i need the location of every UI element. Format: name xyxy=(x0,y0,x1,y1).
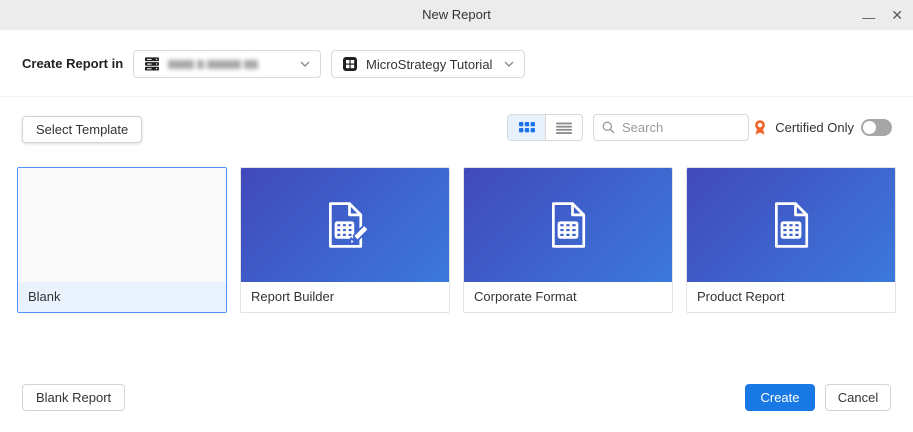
document-table-icon xyxy=(764,198,818,252)
template-card-label: Blank xyxy=(18,282,226,312)
select-template-button[interactable]: Select Template xyxy=(22,116,143,143)
project-dropdown[interactable]: MicroStrategy Tutorial xyxy=(331,50,525,78)
blank-thumbnail xyxy=(18,168,226,282)
chevron-down-icon xyxy=(300,61,310,67)
template-card-blank[interactable]: Blank xyxy=(17,167,227,313)
project-dropdown-value: MicroStrategy Tutorial xyxy=(366,56,493,72)
project-grid-icon xyxy=(342,56,358,72)
template-card-report-builder[interactable]: Report Builder xyxy=(240,167,450,313)
chevron-down-icon xyxy=(504,61,514,67)
certified-ribbon-icon xyxy=(752,119,768,136)
certified-only-filter: Certified Only xyxy=(752,114,892,141)
server-icon xyxy=(144,56,160,72)
search-icon xyxy=(602,121,615,134)
close-icon[interactable]: ✕ xyxy=(891,8,903,22)
product-report-thumbnail xyxy=(687,168,895,282)
create-report-in-label: Create Report in xyxy=(22,56,124,71)
dialog-title: New Report xyxy=(422,7,491,22)
blank-report-button[interactable]: Blank Report xyxy=(22,384,126,411)
report-builder-thumbnail xyxy=(241,168,449,282)
server-dropdown[interactable] xyxy=(133,50,321,78)
server-dropdown-redacted-value xyxy=(168,59,258,69)
certified-only-label: Certified Only xyxy=(775,120,854,135)
grid-view-button[interactable] xyxy=(508,115,545,140)
template-card-label: Product Report xyxy=(687,282,895,312)
grid-view-icon xyxy=(518,122,535,133)
template-card-label: Report Builder xyxy=(241,282,449,312)
certified-only-toggle[interactable] xyxy=(861,119,892,136)
titlebar: New Report — ✕ xyxy=(0,0,913,30)
toggle-knob xyxy=(863,121,876,134)
document-table-icon xyxy=(541,198,595,252)
view-mode-switch xyxy=(507,114,583,141)
list-view-button[interactable] xyxy=(545,115,582,140)
cancel-button[interactable]: Cancel xyxy=(825,384,891,411)
template-card-corporate-format[interactable]: Corporate Format xyxy=(463,167,673,313)
minimize-icon[interactable]: — xyxy=(862,11,875,24)
search-input[interactable] xyxy=(622,120,740,135)
corporate-format-thumbnail xyxy=(464,168,672,282)
section-divider xyxy=(0,96,913,97)
window-controls: — ✕ xyxy=(862,0,903,30)
template-card-product-report[interactable]: Product Report xyxy=(686,167,896,313)
new-report-dialog: New Report — ✕ Create Report in MicroStr… xyxy=(0,0,913,432)
list-view-icon xyxy=(556,122,572,134)
search-box xyxy=(593,114,749,141)
template-card-label: Corporate Format xyxy=(464,282,672,312)
document-table-pencil-icon xyxy=(318,198,372,252)
create-button[interactable]: Create xyxy=(745,384,815,411)
